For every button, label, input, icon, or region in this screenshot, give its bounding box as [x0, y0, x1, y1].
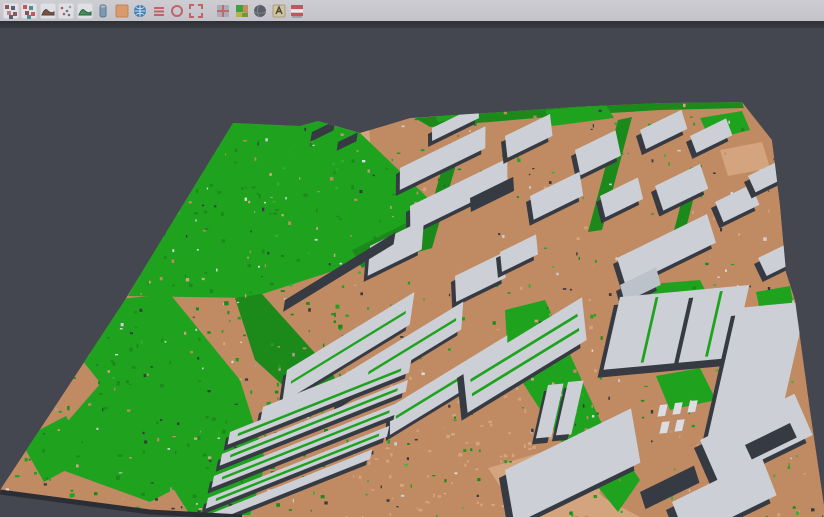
- profile-button[interactable]: [95, 2, 112, 19]
- classification-map-icon: [234, 3, 250, 19]
- rect-select-button[interactable]: [187, 2, 204, 19]
- main-toolbar: [0, 0, 824, 21]
- layers-red-button[interactable]: [289, 2, 306, 19]
- rect-select-icon: [188, 3, 204, 19]
- raster-grid-button[interactable]: [215, 2, 232, 19]
- globe-button[interactable]: [132, 2, 149, 19]
- classified-points-icon: [21, 3, 37, 19]
- sparse-points-button[interactable]: [58, 2, 75, 19]
- ortho-icon: [114, 3, 130, 19]
- classification-map-button[interactable]: [233, 2, 250, 19]
- toolbar-divider: [0, 21, 824, 28]
- circle-select-icon: [169, 3, 185, 19]
- classified-points-button[interactable]: [21, 2, 38, 19]
- label-icon: [271, 3, 287, 19]
- contour-lines-icon: [151, 3, 167, 19]
- sphere-icon: [252, 3, 268, 19]
- layers-red-icon: [289, 3, 305, 19]
- raster-grid-icon: [215, 3, 231, 19]
- contour-lines-button[interactable]: [150, 2, 167, 19]
- sparse-points-icon: [58, 3, 74, 19]
- terrain-brown-icon: [40, 3, 56, 19]
- viewport-3d[interactable]: [0, 28, 824, 517]
- profile-icon: [95, 3, 111, 19]
- label-button[interactable]: [270, 2, 287, 19]
- ortho-button[interactable]: [113, 2, 130, 19]
- terrain-brown-button[interactable]: [39, 2, 56, 19]
- terrain-green-icon: [77, 3, 93, 19]
- globe-icon: [132, 3, 148, 19]
- point-cloud-icon: [3, 3, 19, 19]
- circle-select-button[interactable]: [169, 2, 186, 19]
- sphere-button[interactable]: [252, 2, 269, 19]
- point-cloud-button[interactable]: [2, 2, 19, 19]
- point-cloud-scene: [0, 28, 824, 517]
- terrain-green-button[interactable]: [76, 2, 93, 19]
- app-window: [0, 0, 824, 517]
